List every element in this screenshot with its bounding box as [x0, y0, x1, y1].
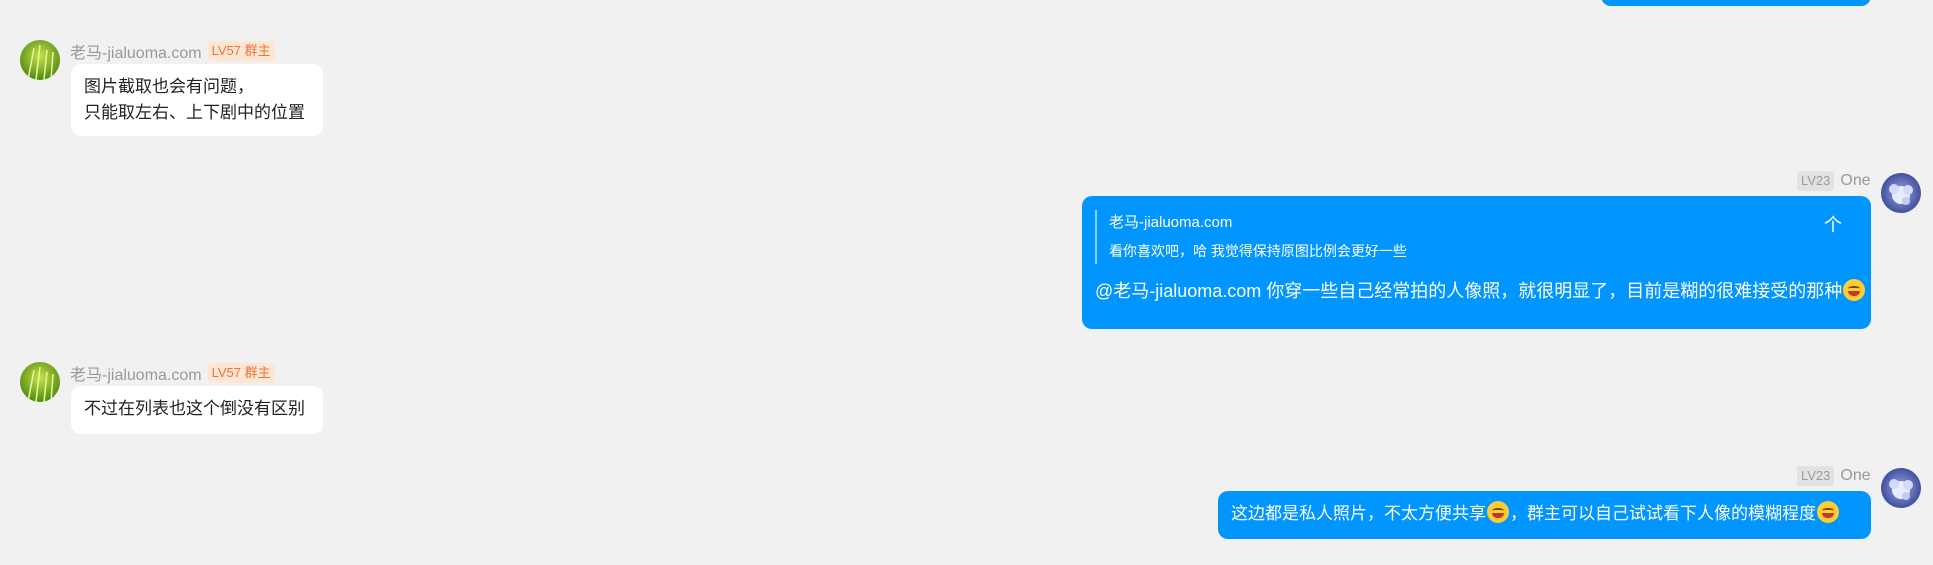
message-line: 只能取左右、上下剧中的位置 — [84, 103, 305, 122]
chat-panel: 老马-jialuoma.com LV57 群主 图片截取也会有问题， 只能取左右… — [0, 0, 1933, 565]
message-text: ，群主可以自己试试看下人像的模糊程度 — [1510, 504, 1816, 523]
message-text: @老马-jialuoma.com 你穿一些自己经常拍的人像照，就很明显了，目前是… — [1095, 281, 1843, 301]
quoted-message[interactable]: 老马-jialuoma.com 看你喜欢吧，哈 我觉得保持原图比例会更好一些 个 — [1095, 210, 1858, 264]
quoted-text: 看你喜欢吧，哈 我觉得保持原图比例会更好一些 — [1109, 243, 1407, 259]
message-meta: LV23 One — [1797, 466, 1871, 486]
sender-name[interactable]: One — [1840, 467, 1870, 485]
level-badge: LV23 — [1797, 171, 1835, 191]
tongue-face-emoji — [1843, 279, 1866, 301]
message-meta: 老马-jialuoma.com LV57 群主 — [70, 361, 275, 385]
tongue-face-emoji — [1817, 501, 1839, 523]
message-meta: 老马-jialuoma.com LV57 群主 — [70, 39, 275, 63]
message-body: @老马-jialuoma.com 你穿一些自己经常拍的人像照，就很明显了，目前是… — [1095, 278, 1866, 304]
message-line: 图片截取也会有问题， — [84, 77, 254, 96]
sender-name[interactable]: 老马-jialuoma.com — [70, 361, 202, 385]
message-text: 不过在列表也这个倒没有区别 — [84, 399, 305, 418]
message-text: 这边都是私人照片，不太方便共享 — [1231, 504, 1486, 523]
level-owner-badge: LV57 群主 — [207, 363, 275, 383]
laughing-face-emoji — [1487, 501, 1509, 523]
previous-outgoing-bubble[interactable] — [1601, 0, 1871, 6]
message-bubble[interactable]: 这边都是私人照片，不太方便共享 ，群主可以自己试试看下人像的模糊程度 — [1218, 491, 1871, 539]
sender-avatar[interactable] — [20, 40, 60, 80]
sender-name[interactable]: One — [1840, 172, 1870, 190]
message-body: 这边都是私人照片，不太方便共享 ，群主可以自己试试看下人像的模糊程度 — [1231, 501, 1858, 527]
message-bubble[interactable]: 图片截取也会有问题， 只能取左右、上下剧中的位置 — [71, 64, 323, 136]
level-badge: LV23 — [1797, 466, 1835, 486]
message-bubble[interactable]: 老马-jialuoma.com 看你喜欢吧，哈 我觉得保持原图比例会更好一些 个… — [1082, 196, 1871, 329]
level-owner-badge: LV57 群主 — [207, 41, 275, 61]
sender-name[interactable]: 老马-jialuoma.com — [70, 39, 202, 63]
own-avatar[interactable] — [1881, 173, 1921, 213]
sender-avatar[interactable] — [20, 362, 60, 402]
own-avatar[interactable] — [1881, 468, 1921, 508]
quoted-sender: 老马-jialuoma.com — [1109, 214, 1233, 231]
jump-to-quote-icon[interactable]: 个 — [1824, 212, 1842, 238]
message-bubble[interactable]: 不过在列表也这个倒没有区别 — [71, 386, 323, 434]
message-meta: LV23 One — [1797, 171, 1871, 191]
